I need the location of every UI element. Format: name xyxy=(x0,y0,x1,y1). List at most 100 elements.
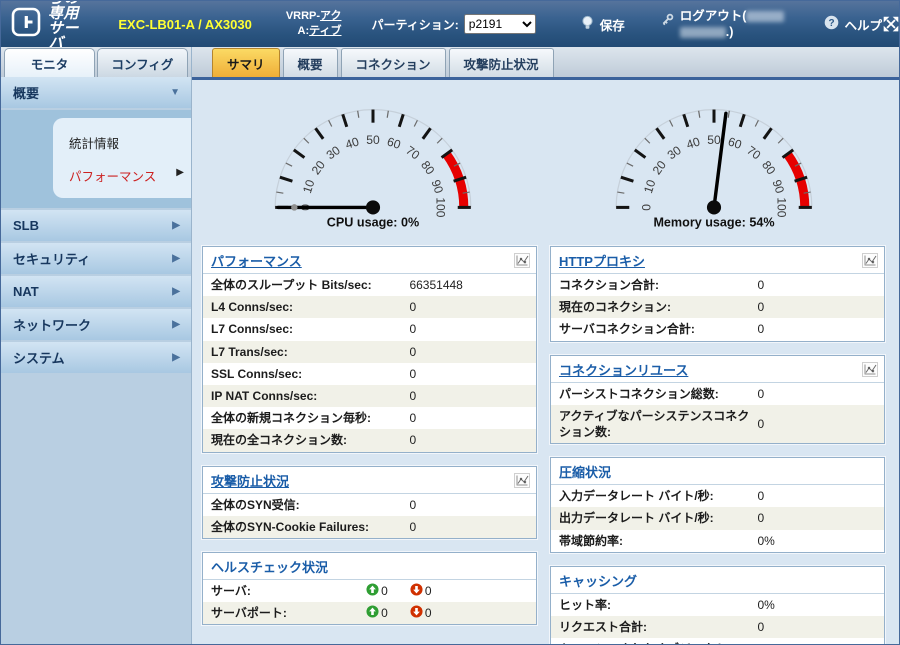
health-up-count: 0 xyxy=(366,605,388,621)
svg-text:?: ? xyxy=(829,18,835,29)
sidebar-section-label: ネットワーク xyxy=(13,315,91,334)
chevron-right-icon: ▶ xyxy=(176,167,184,178)
save-label: 保存 xyxy=(600,15,625,34)
line-chart-icon[interactable] xyxy=(514,473,530,488)
sidebar-item-active[interactable]: パフォーマンス▶ xyxy=(53,159,191,192)
stat-row: サーバコネクション合計:0 xyxy=(551,318,884,340)
stat-value: 0 xyxy=(757,278,764,292)
stat-label: L7 Trans/sec: xyxy=(203,344,409,360)
caching-panel: キャッシングヒット率:0%リクエスト合計:0キャッシュされたオブジェクト:0 xyxy=(550,566,885,644)
partition-label: パーティション: xyxy=(372,16,459,33)
sidebar-section[interactable]: システム▶ xyxy=(1,342,191,373)
stat-value: 0 xyxy=(757,300,764,314)
vrrp-status: VRRP-アク A:ティブ xyxy=(286,9,342,39)
svg-text:20: 20 xyxy=(650,158,669,177)
health-check-panel-title: ヘルスチェック状況 xyxy=(211,557,328,576)
line-chart-icon[interactable] xyxy=(514,253,530,268)
down-circle-icon xyxy=(410,583,423,599)
tab-inactive[interactable]: コネクション xyxy=(341,48,446,77)
compression-panel-header: 圧縮状況 xyxy=(551,458,884,485)
sidebar-submenu: 統計情報パフォーマンス▶ xyxy=(1,110,191,208)
cpu-usage-gauge-holder: 0102030405060708090100CPU usage: 0% xyxy=(257,88,489,240)
sidebar-item-label: 統計情報 xyxy=(69,137,119,151)
stat-value: 0 xyxy=(757,322,764,336)
stat-label: サーバ: xyxy=(203,583,366,599)
logout-button[interactable]: ログアウト( .) xyxy=(659,8,785,41)
sidebar-section[interactable]: セキュリティ▶ xyxy=(1,243,191,274)
stat-label: 帯域節約率: xyxy=(551,533,757,549)
line-chart-icon[interactable] xyxy=(862,253,878,268)
vrrp-label-part: A: xyxy=(298,25,310,37)
svg-text:30: 30 xyxy=(665,143,684,162)
stat-row: IP NAT Conns/sec:0 xyxy=(203,385,536,407)
chevron-right-icon: ▶ xyxy=(172,286,180,297)
http-proxy-panel-title[interactable]: HTTPプロキシ xyxy=(559,251,645,270)
sidebar-section[interactable]: 概要▼ xyxy=(1,77,191,108)
performance-panel-header: パフォーマンス xyxy=(203,247,536,274)
svg-text:90: 90 xyxy=(770,178,788,195)
stat-row: サーバポート:00 xyxy=(203,602,536,624)
up-circle-icon xyxy=(366,605,379,621)
stat-row: L7 Trans/sec:0 xyxy=(203,341,536,363)
help-button[interactable]: ? ヘルプ xyxy=(824,15,882,34)
http-proxy-panel-header: HTTPプロキシ xyxy=(551,247,884,274)
stat-row: アクティブなパーシステンスコネクション数:0 xyxy=(551,405,884,443)
stat-label: 出力データレート バイト/秒: xyxy=(551,510,757,526)
stat-label: キャッシュされたオブジェクト: xyxy=(551,641,757,644)
chevron-right-icon: ▶ xyxy=(172,319,180,330)
stat-value: 0 xyxy=(409,345,416,359)
stat-label: SSL Conns/sec: xyxy=(203,366,409,382)
vrrp-status-link[interactable]: ティブ xyxy=(309,25,341,37)
svg-text:10: 10 xyxy=(300,178,318,195)
svg-text:50: 50 xyxy=(366,133,380,147)
chevron-right-icon: ▶ xyxy=(172,220,180,231)
sidebar-section[interactable]: NAT▶ xyxy=(1,276,191,307)
attack-prevention-panel-title[interactable]: 攻撃防止状況 xyxy=(211,471,289,490)
vrrp-status-link[interactable]: アク xyxy=(320,10,341,22)
question-circle-icon: ? xyxy=(824,15,839,33)
memory-usage-gauge: 0102030405060708090100Memory usage: 54% xyxy=(598,88,830,232)
help-label: ヘルプ xyxy=(844,15,882,34)
stat-row: パーシストコネクション総数:0 xyxy=(551,383,884,405)
sidebar-tab-bar: モニタコンフィグ xyxy=(1,47,191,77)
sidebar: モニタコンフィグ 概要▼統計情報パフォーマンス▶SLB▶セキュリティ▶NAT▶ネ… xyxy=(1,47,192,644)
save-button[interactable]: 保存 xyxy=(580,15,625,34)
svg-text:Memory usage: 54%: Memory usage: 54% xyxy=(654,216,775,230)
memory-usage-gauge-holder: 0102030405060708090100Memory usage: 54% xyxy=(598,88,830,240)
sidebar-filler xyxy=(1,375,191,644)
caching-panel-title: キャッシング xyxy=(559,571,637,590)
sidebar-tab-active[interactable]: モニタ xyxy=(4,48,95,77)
svg-text:60: 60 xyxy=(385,134,402,152)
attack-prevention-panel: 攻撃防止状況全体のSYN受信:0全体のSYN-Cookie Failures:0 xyxy=(202,466,537,539)
stat-row: 現在の全コネクション数:0 xyxy=(203,429,536,451)
http-proxy-panel: HTTPプロキシコネクション合計:0現在のコネクション:0サーバコネクション合計… xyxy=(550,246,885,342)
tab-active[interactable]: サマリ xyxy=(212,48,280,77)
chevron-right-icon: ▶ xyxy=(172,253,180,264)
partition-select[interactable]: p2191 xyxy=(464,14,536,34)
performance-panel: パフォーマンス全体のスループット Bits/sec:66351448L4 Con… xyxy=(202,246,537,453)
tab-inactive[interactable]: 概要 xyxy=(283,48,338,77)
svg-text:10: 10 xyxy=(641,178,659,195)
compression-panel: 圧縮状況入力データレート バイト/秒:0出力データレート バイト/秒:0帯域節約… xyxy=(550,457,885,553)
svg-text:100: 100 xyxy=(775,197,789,217)
connection-reuse-panel-title[interactable]: コネクションリユース xyxy=(559,360,688,379)
logout-suffix: .) xyxy=(726,25,734,39)
stat-label: サーバコネクション合計: xyxy=(551,321,757,337)
stat-value: 0 xyxy=(409,520,416,534)
sidebar-section-label: SLB xyxy=(13,218,39,233)
sidebar-tab-inactive[interactable]: コンフィグ xyxy=(97,48,188,77)
stat-value: 0 xyxy=(757,417,764,431)
sidebar-section[interactable]: SLB ▶ xyxy=(1,210,191,241)
stat-row: SSL Conns/sec:0 xyxy=(203,363,536,385)
sidebar-item-default[interactable]: 統計情報 xyxy=(53,126,191,159)
line-chart-icon[interactable] xyxy=(862,362,878,377)
expand-arrows-icon[interactable] xyxy=(882,15,900,33)
tab-inactive[interactable]: 攻撃防止状況 xyxy=(449,48,554,77)
stat-label: アクティブなパーシステンスコネクション数: xyxy=(551,408,757,440)
performance-panel-title[interactable]: パフォーマンス xyxy=(211,251,302,270)
down-circle-icon xyxy=(410,605,423,621)
svg-text:90: 90 xyxy=(428,178,446,195)
connection-reuse-panel: コネクションリユースパーシストコネクション総数:0アクティブなパーシステンスコネ… xyxy=(550,355,885,445)
stat-label: 全体のスループット Bits/sec: xyxy=(203,277,409,293)
sidebar-section[interactable]: ネットワーク ▶ xyxy=(1,309,191,340)
